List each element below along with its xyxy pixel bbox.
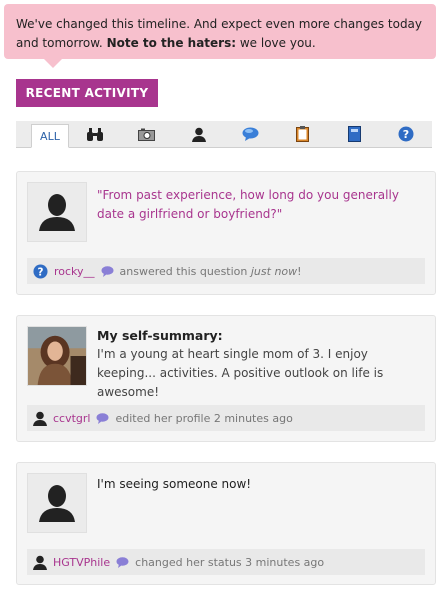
activity-action: edited her profile 2 minutes ago	[115, 411, 293, 425]
clipboard-icon	[295, 126, 309, 142]
username-link[interactable]: rocky__	[54, 265, 95, 278]
activity-footer: ccvtgrl edited her profile 2 minutes ago	[27, 405, 425, 431]
username-link[interactable]: ccvtgrl	[53, 412, 90, 425]
message-bubble-icon[interactable]	[101, 265, 114, 277]
activity-action: changed her status 3 minutes ago	[135, 555, 325, 569]
tab-journal[interactable]	[328, 121, 380, 147]
question-text[interactable]: "From past experience, how long do you g…	[97, 186, 425, 224]
activity-card-question: "From past experience, how long do you g…	[16, 171, 436, 295]
activity-action: answered this question just now!	[119, 264, 302, 278]
notice-banner: We've changed this timeline. And expect …	[4, 4, 436, 68]
tab-questions-binoculars[interactable]	[69, 121, 121, 147]
person-icon	[33, 555, 47, 570]
default-avatar-icon	[39, 194, 75, 231]
username-link[interactable]: HGTVPhile	[53, 556, 110, 569]
tab-photos[interactable]	[121, 121, 173, 147]
message-bubble-icon[interactable]	[116, 556, 129, 568]
avatar[interactable]	[27, 473, 87, 533]
notice-tail: we love you.	[239, 36, 316, 50]
profile-summary: My self-summary: I'm a young at heart si…	[97, 326, 425, 402]
recent-activity-button[interactable]: RECENT ACTIVITY	[16, 79, 158, 107]
activity-card-profile: My self-summary: I'm a young at heart si…	[16, 315, 436, 442]
activity-footer: ? rocky__ answered this question just no…	[27, 258, 425, 284]
profile-photo-image	[28, 327, 86, 385]
svg-text:?: ?	[38, 266, 44, 278]
person-icon	[33, 411, 47, 426]
chat-bubble-icon	[242, 127, 259, 141]
journal-icon	[347, 126, 361, 142]
binoculars-icon	[86, 127, 103, 141]
tab-status[interactable]	[225, 121, 277, 147]
question-icon: ?	[398, 126, 414, 142]
person-icon	[191, 127, 206, 142]
tab-profile[interactable]	[173, 121, 225, 147]
status-text: I'm seeing someone now!	[97, 477, 252, 491]
tab-all[interactable]: ALL	[31, 124, 69, 148]
svg-text:?: ?	[403, 128, 409, 141]
message-bubble-icon[interactable]	[96, 412, 109, 424]
summary-title: My self-summary:	[97, 328, 223, 343]
activity-footer: HGTVPhile changed her status 3 minutes a…	[27, 549, 425, 575]
filter-tabs: ALL ?	[16, 121, 432, 148]
avatar[interactable]	[27, 182, 87, 242]
summary-text: I'm a young at heart single mom of 3. I …	[97, 347, 384, 399]
question-icon: ?	[33, 263, 48, 279]
camera-icon	[138, 128, 156, 141]
activity-card-status: I'm seeing someone now! HGTVPhile change…	[16, 462, 436, 585]
tab-help[interactable]: ?	[380, 121, 432, 147]
tab-tests[interactable]	[276, 121, 328, 147]
notice-bold: Note to the haters:	[106, 36, 237, 50]
user-photo[interactable]	[27, 326, 87, 386]
default-avatar-icon	[39, 485, 75, 522]
